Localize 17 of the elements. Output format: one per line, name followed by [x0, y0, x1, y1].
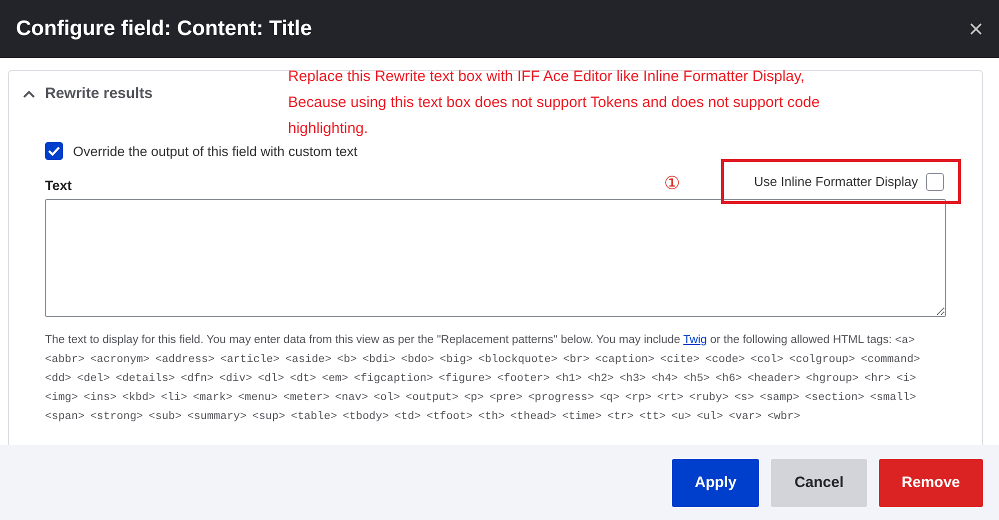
- checkbox-label: Use Inline Formatter Display: [754, 174, 918, 189]
- annotation-note: Replace this Rewrite text box with IFF Ace Editor like Inline Formatter Display, Because using this text box does not support Tokens and does not support code highlighting.: [288, 67, 821, 139]
- close-icon[interactable]: [969, 22, 983, 36]
- checkbox[interactable]: [45, 142, 63, 160]
- checkbox-label: Override the output of this field with custom text: [73, 144, 358, 158]
- dialog-title: Configure field: Content: Title: [16, 17, 312, 41]
- annotation-marker: ①: [664, 172, 680, 194]
- checkbox[interactable]: [926, 172, 944, 190]
- action-button[interactable]: Remove: [878, 458, 983, 506]
- action-button[interactable]: Apply: [672, 458, 760, 506]
- section-toggle[interactable]: Rewrite results: [23, 85, 153, 102]
- help-text: The text to display for this field. You may enter data from this view as per the "Replacement patterns" below. You may include Twig or the following allowed HTML tags: <a> <abbr> <acronym> <address> <article> <aside> <b> <bdi> <bdo> <big> <blockquote> <br> <caption> <cite> <code> <col> <colgroup> <command> <dd> <del> <details> <dfn> <div> <dl> <dt> <em> <figcaption> <figure> <footer> <h1> <h2> <h3> <h4> <h5> <h6> <header> <hgroup> <hr> <i> <img> <ins> <kbd> <li> <mark> <menu> <meter> <nav> <ol> <output> <p> <pre> <progress> <q> <rp> <rt> <ruby> <s> <samp> <section> <small> <span> <strong> <sub> <summary> <sup> <table> <tbody> <td> <tfoot> <th> <thead> <time> <tr> <tt> <u> <ul> <var> <wbr>: [45, 333, 922, 425]
- text-area[interactable]: [45, 199, 946, 317]
- twig-link[interactable]: Twig: [683, 334, 707, 346]
- action-button[interactable]: Cancel: [771, 458, 867, 506]
- chevron-icon: [23, 90, 35, 98]
- field-label: Text: [45, 178, 72, 193]
